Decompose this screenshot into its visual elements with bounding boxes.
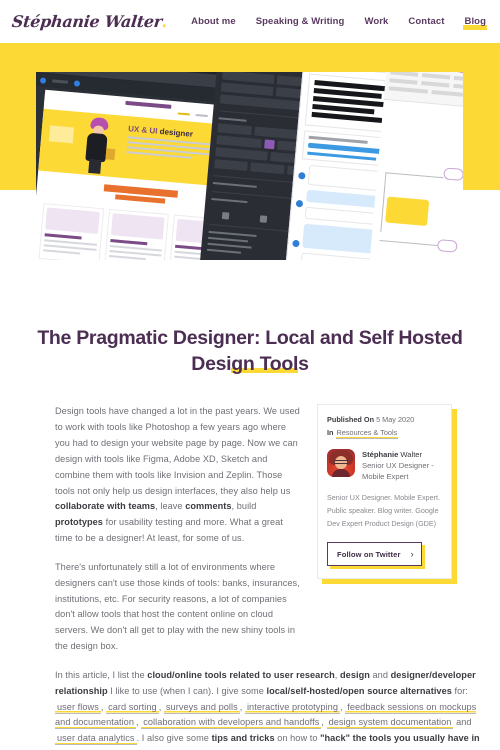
author-role-line-1: Senior UX Designer - [362, 461, 434, 470]
page-title-post: s [298, 352, 309, 375]
bold-local-self-hosted: local/self-hosted/open source alternativ… [266, 685, 452, 696]
published-date: 5 May 2020 [376, 415, 415, 425]
page-title-pre: Desi [191, 352, 232, 375]
nav-item-speaking-writing[interactable]: Speaking & Writing [256, 16, 345, 28]
link-user-data-analytics[interactable]: user data analytics [55, 733, 137, 746]
article-body: Design tools have changed a lot in the p… [0, 404, 500, 667]
page-title-plain: The Pragmatic Designer: Local and Self H… [37, 327, 463, 349]
follow-button-wrap: Follow on Twitter › [327, 542, 442, 567]
paragraph-1-text: Design tools have changed a lot in the p… [55, 406, 300, 496]
post-meta-sidebar: Published On 5 May 2020 In Resources & T… [317, 404, 452, 667]
link-interactive-prototyping[interactable]: interactive prototyping [244, 701, 341, 714]
link-card-sorting[interactable]: card sorting [106, 701, 159, 714]
author-last-name: Walter [398, 450, 423, 459]
paragraph-1-text-b: , leave [155, 501, 186, 512]
author-info: Stéphanie Walter Senior UX Designer - Mo… [362, 449, 434, 482]
p3-text-h: on how to [274, 733, 321, 744]
published-label: Published On [327, 415, 375, 425]
published-row: Published On 5 May 2020 [327, 414, 442, 427]
nav-item-about-me[interactable]: About me [191, 16, 236, 28]
link-surveys-and-polls[interactable]: surveys and polls [163, 701, 240, 714]
site-logo[interactable]: Stéphanie Walter. [11, 12, 168, 31]
link-user-flows[interactable]: user flows [55, 701, 101, 714]
logo-dot: . [161, 12, 169, 31]
author-name: Stéphanie Walter [362, 449, 434, 460]
article-column: Design tools have changed a lot in the p… [55, 404, 303, 667]
author-card: Published On 5 May 2020 In Resources & T… [317, 404, 452, 580]
author-bio: Senior UX Designer. Mobile Expert. Publi… [327, 493, 441, 528]
hero-image: UX & UI designer [36, 72, 463, 260]
illustration-person [78, 116, 121, 177]
page-title: The Pragmatic Designer: Local and Self H… [22, 326, 478, 377]
category-row: In Resources & Tools [327, 427, 442, 440]
avatar [327, 449, 355, 477]
p3-text-f: for: [451, 685, 468, 696]
bold-collaborate-with-teams: collaborate with teams [55, 501, 156, 512]
p3-text-d: and [369, 669, 391, 680]
link-collaboration-developers-handoffs[interactable]: collaboration with developers and handof… [141, 717, 322, 730]
author-first-name: Stéphanie [362, 450, 399, 459]
paragraph-2: There's unfortunately still a lot of env… [55, 561, 300, 652]
in-label: In [327, 428, 334, 438]
site-header: Stéphanie Walter. About me Speaking & Wr… [0, 0, 500, 43]
article-main: The Pragmatic Designer: Local and Self H… [0, 326, 500, 750]
paragraph-1: Design tools have changed a lot in the p… [55, 404, 303, 546]
category-link[interactable]: Resources & Tools [335, 428, 399, 440]
author-role-line-2: Mobile Expert [362, 472, 409, 481]
main-navigation: About me Speaking & Writing Work Contact… [191, 16, 487, 30]
paragraph-3: In this article, I list the cloud/online… [55, 668, 482, 750]
nav-item-work[interactable]: Work [364, 16, 388, 28]
article-full-width: In this article, I list the cloud/online… [0, 668, 500, 750]
nav-item-contact[interactable]: Contact [408, 16, 444, 28]
bold-cloud-online-tools: cloud/online tools related to user resea… [147, 669, 335, 680]
bold-tips-and-tricks: tips and tricks [211, 733, 275, 744]
p3-text-e: I like to use (when I can). I give some [107, 685, 267, 696]
site-logo-text: Stéphanie Walter [11, 12, 163, 31]
nav-item-blog[interactable]: Blog [463, 16, 487, 30]
bold-comments: comments [185, 501, 232, 512]
paragraph-1-text-c: , build [231, 501, 257, 512]
post-meta: Published On 5 May 2020 In Resources & T… [327, 414, 442, 440]
author-block: Stéphanie Walter Senior UX Designer - Mo… [327, 449, 442, 482]
follow-button-label: Follow on Twitter [337, 549, 401, 559]
follow-on-twitter-button[interactable]: Follow on Twitter › [327, 542, 422, 567]
page-title-highlight: gn Tool [231, 352, 299, 375]
chevron-right-icon: › [410, 549, 414, 560]
bold-prototypes: prototypes [55, 517, 103, 528]
hero-section: UX & UI designer [0, 43, 500, 260]
link-design-system-documentation[interactable]: design system documentation [326, 717, 454, 730]
p3-text-a: In this article, I list the [55, 669, 148, 680]
bold-design: design [340, 669, 370, 680]
p3-text-g: . I also give some [136, 733, 212, 744]
